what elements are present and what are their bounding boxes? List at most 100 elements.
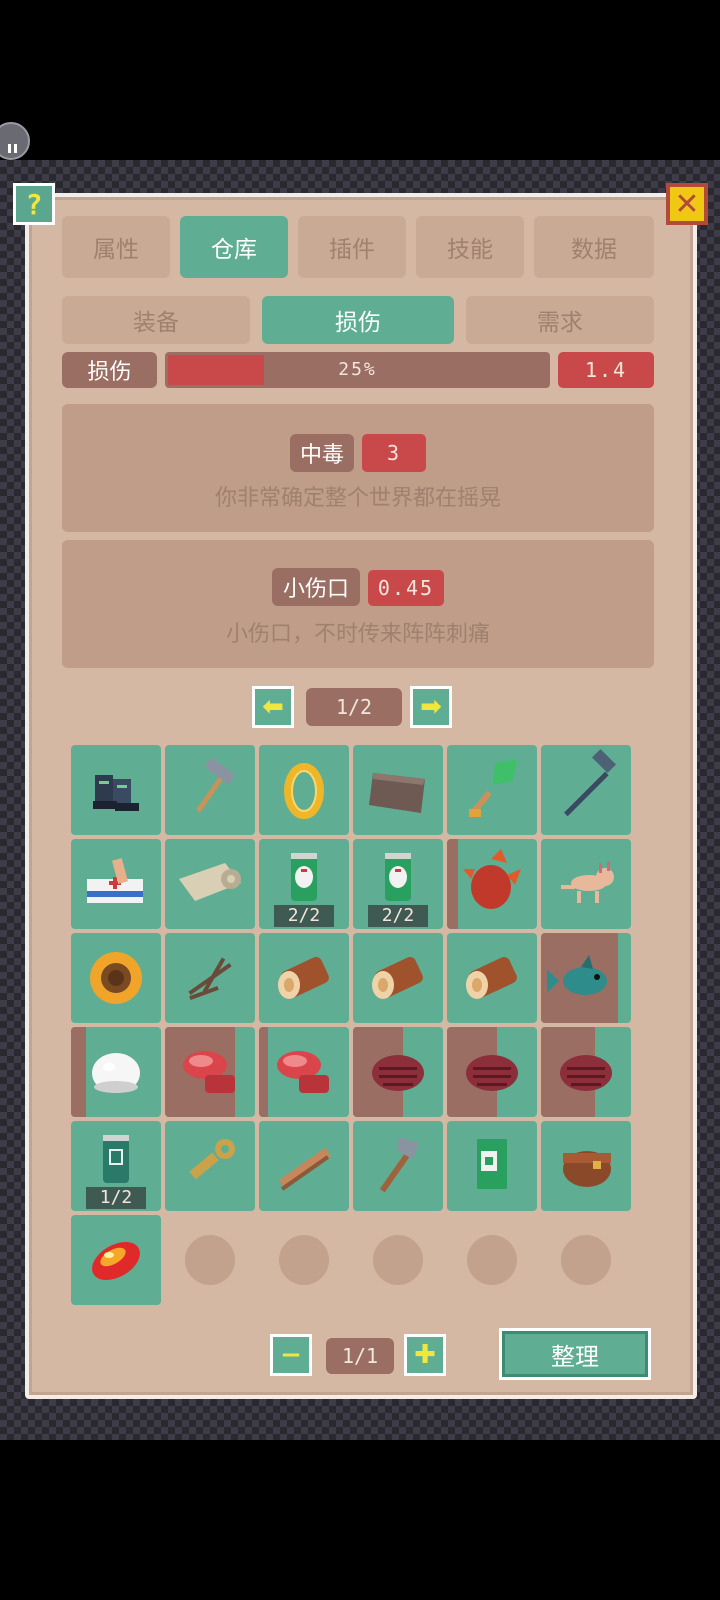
tab-skills[interactable]: 技能 <box>416 216 524 278</box>
seed-packet-icon <box>477 1139 507 1189</box>
wood-plank-icon <box>279 1147 331 1191</box>
minus-icon: − <box>280 1340 302 1370</box>
bottom-area <box>0 1440 720 1600</box>
inventory-slot[interactable] <box>541 839 631 929</box>
inventory-slot[interactable] <box>353 1121 443 1211</box>
leather-pouch-icon <box>563 1151 611 1187</box>
storage-page-indicator: 1/1 <box>326 1338 394 1374</box>
steak-icon <box>372 1055 424 1091</box>
floating-assist-button[interactable] <box>0 122 30 160</box>
inventory-slot[interactable] <box>165 839 255 929</box>
subtab-damage[interactable]: 损伤 <box>262 296 454 344</box>
condition-card-wound: 小伤口 0.45 小伤口，不时传来阵阵刺痛 <box>62 540 654 668</box>
inventory-slot[interactable] <box>447 745 537 835</box>
condition-card-poison: 中毒 3 你非常确定整个世界都在摇晃 <box>62 404 654 532</box>
plus-button[interactable]: ✚ <box>404 1334 446 1376</box>
inventory-slot[interactable] <box>353 745 443 835</box>
prev-page-button[interactable]: ⬅ <box>252 686 294 728</box>
inventory-slot[interactable] <box>447 1027 537 1117</box>
inventory-slot[interactable] <box>259 933 349 1023</box>
minus-button[interactable]: − <box>270 1334 312 1376</box>
item-count: 2/2 <box>368 905 428 927</box>
sunflower-icon <box>90 952 142 1004</box>
inventory-slot[interactable] <box>447 839 537 929</box>
arrow-left-icon: ⬅ <box>262 692 284 722</box>
close-button[interactable]: ✕ <box>666 183 708 225</box>
damage-value: 1.4 <box>558 352 654 388</box>
empty-slot[interactable] <box>279 1235 329 1285</box>
condition-name: 小伤口 <box>272 568 360 606</box>
condition-value: 3 <box>362 434 426 472</box>
empty-slot[interactable] <box>561 1235 611 1285</box>
condition-value: 0.45 <box>368 570 444 606</box>
log-icon <box>466 956 517 999</box>
damage-label: 损伤 <box>62 352 157 388</box>
subtab-needs[interactable]: 需求 <box>466 296 654 344</box>
dragonfruit-icon <box>463 849 521 909</box>
empty-slot[interactable] <box>467 1235 517 1285</box>
next-page-button[interactable]: ➡ <box>410 686 452 728</box>
twigs-icon <box>188 957 232 1001</box>
raw-meat-icon <box>183 1051 235 1093</box>
inventory-slot[interactable]: 2/2 <box>259 839 349 929</box>
item-count: 1/2 <box>86 1187 146 1209</box>
condition-desc: 你非常确定整个世界都在摇晃 <box>214 486 501 511</box>
inventory-slot[interactable] <box>259 1121 349 1211</box>
hammer-icon <box>196 757 236 813</box>
fish-icon <box>547 955 607 995</box>
inventory-slot[interactable] <box>353 1027 443 1117</box>
subtab-equipment[interactable]: 装备 <box>62 296 250 344</box>
question-icon: ? <box>25 187 43 221</box>
inventory-slot[interactable] <box>447 1121 537 1211</box>
inventory-slot[interactable]: 1/2 <box>71 1121 161 1211</box>
plus-icon: ✚ <box>414 1340 436 1370</box>
fire-gem-icon <box>92 1242 140 1280</box>
inventory-slot[interactable] <box>259 745 349 835</box>
boots-icon <box>93 775 139 811</box>
tidy-button[interactable]: 整理 <box>499 1328 651 1380</box>
tab-warehouse[interactable]: 仓库 <box>180 216 288 278</box>
arrow-right-icon: ➡ <box>420 692 442 722</box>
inventory-slot[interactable] <box>165 933 255 1023</box>
inventory-slot[interactable]: 2/2 <box>353 839 443 929</box>
raw-meat-icon <box>277 1051 329 1093</box>
steak-icon <box>560 1055 612 1091</box>
damage-percent: 25% <box>338 359 377 380</box>
inventory-slot[interactable] <box>447 933 537 1023</box>
condition-name: 中毒 <box>290 434 354 472</box>
inventory-slot[interactable] <box>71 1027 161 1117</box>
log-icon <box>278 956 329 999</box>
inventory-slot[interactable] <box>71 933 161 1023</box>
hatchet-icon <box>379 1137 419 1193</box>
inventory-slot[interactable] <box>353 933 443 1023</box>
page-indicator: 1/2 <box>306 688 402 726</box>
tab-data[interactable]: 数据 <box>534 216 654 278</box>
inventory-slot[interactable] <box>541 745 631 835</box>
inventory-slot[interactable] <box>165 1121 255 1211</box>
empty-slot[interactable] <box>185 1235 235 1285</box>
egg-icon <box>92 1053 140 1093</box>
inventory-slot[interactable] <box>71 839 161 929</box>
inventory-slot[interactable] <box>165 1027 255 1117</box>
tab-attributes[interactable]: 属性 <box>62 216 170 278</box>
inventory-slot[interactable] <box>165 745 255 835</box>
inventory-slot[interactable] <box>71 1215 161 1305</box>
condition-desc: 小伤口，不时传来阵阵刺痛 <box>225 622 490 647</box>
axolotl-icon <box>561 861 614 903</box>
inventory-slot[interactable] <box>541 933 631 1023</box>
gold-ring-icon <box>284 763 324 819</box>
close-icon: ✕ <box>674 186 700 222</box>
first-aid-box-icon <box>87 858 143 903</box>
sledgehammer-icon <box>564 748 617 817</box>
inventory-slot[interactable] <box>541 1121 631 1211</box>
inventory-slot[interactable] <box>71 745 161 835</box>
inventory-slot[interactable] <box>541 1027 631 1117</box>
inventory-slot[interactable] <box>259 1027 349 1117</box>
empty-slot[interactable] <box>373 1235 423 1285</box>
cloth-icon <box>369 773 425 813</box>
bandage-roll-icon <box>179 863 241 901</box>
tab-plugins[interactable]: 插件 <box>298 216 406 278</box>
item-count: 2/2 <box>274 905 334 927</box>
key-icon <box>189 1139 235 1180</box>
help-button[interactable]: ? <box>13 183 55 225</box>
